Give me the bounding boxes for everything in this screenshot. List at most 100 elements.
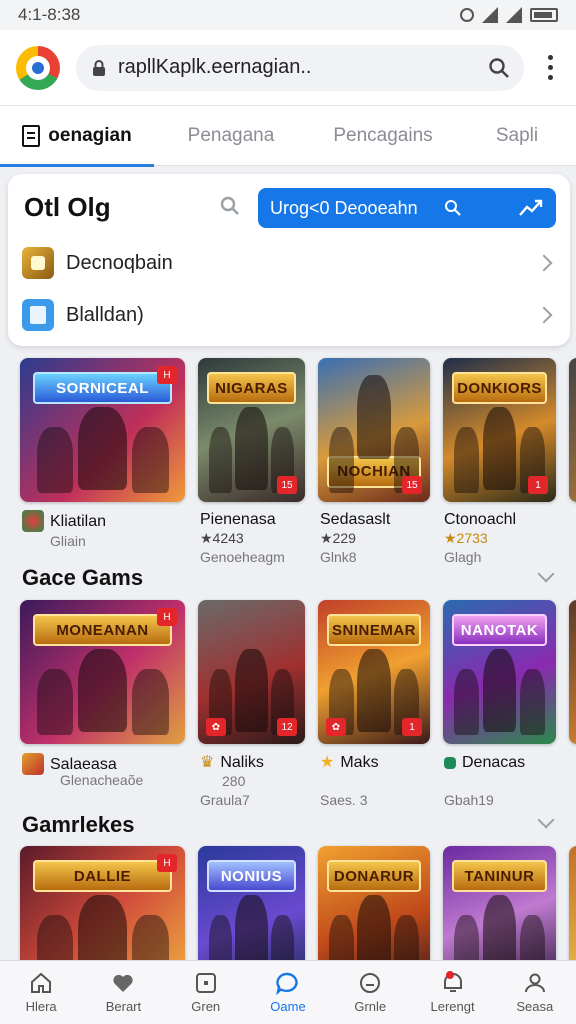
person-icon <box>524 973 545 993</box>
game-subtitle: Genoeheagm <box>200 549 285 565</box>
game-banner: DALLIE <box>33 860 172 893</box>
card-row-decnoqbain[interactable]: Decnoqbain <box>22 240 556 286</box>
game-name: Pienenasa <box>200 511 276 528</box>
game-card-partial[interactable] <box>569 358 576 502</box>
bottom-nav: Hlera Berart Gren Oame Grnle Lerengt Sea… <box>0 960 576 1024</box>
url-bar[interactable]: rapllKaplk.eernagian.. <box>76 44 524 91</box>
url-text: rapllKaplk.eernagian.. <box>118 56 312 78</box>
nav-item-grnle[interactable]: Grnle <box>329 961 411 1024</box>
lock-icon <box>93 59 105 76</box>
magnifier-icon <box>445 200 461 216</box>
ad-badge: 1 <box>528 476 548 494</box>
nav-item-home[interactable]: Hlera <box>0 961 82 1024</box>
battery-icon <box>530 8 558 22</box>
game-banner: DONARUR <box>326 860 422 893</box>
game-card[interactable]: DONKIORS 1 <box>443 358 556 502</box>
game-rating: ★229 <box>320 530 356 546</box>
game-card[interactable]: SORNICEAL H <box>20 358 185 502</box>
tab-oenagian[interactable]: oenagian <box>0 106 154 167</box>
more-menu-icon[interactable] <box>540 55 560 80</box>
game-card[interactable]: SNINEMAR ✿ 1 <box>318 600 430 744</box>
card-row-blalldan[interactable]: Blalldan) <box>22 292 556 338</box>
game-name: Sedasaslt <box>320 511 391 528</box>
search-icon[interactable] <box>220 196 240 216</box>
browser-logo-icon[interactable] <box>16 45 60 90</box>
game-subtitle: Gliain <box>50 533 86 549</box>
game-rating: ★2733 <box>444 530 488 546</box>
game-banner: NIGARAS <box>206 372 297 405</box>
chevron-right-icon <box>535 254 553 272</box>
ad-badge: H <box>157 854 177 872</box>
square-icon <box>195 973 216 993</box>
status-time: 4:1-8:38 <box>18 5 81 24</box>
nav-item-oame[interactable]: Oame <box>247 961 329 1024</box>
game-name: Maks <box>340 754 379 771</box>
game-rating: ★4243 <box>200 530 244 546</box>
search-icon[interactable] <box>488 57 510 79</box>
game-row-1: SORNICEAL H NIGARAS 15 NOCHIAN 15 DONKIO… <box>0 358 576 508</box>
game-card[interactable]: ✿ 12 <box>198 600 305 744</box>
game-banner: MONEANAN <box>33 614 172 647</box>
game-card[interactable]: MONEANAN H <box>20 600 185 744</box>
game-badge-icon <box>444 756 456 769</box>
chevron-down-icon[interactable] <box>537 565 555 583</box>
row-label: Decnoqbain <box>66 251 173 274</box>
nav-label: Oame <box>270 999 306 1014</box>
game-subtitle: Gbah19 <box>444 792 494 808</box>
document-icon <box>22 124 41 147</box>
game-meta: ★ Maks Saes. 3 <box>320 753 430 810</box>
game-row-2: MONEANAN H ✿ 12 SNINEMAR ✿ 1 NANOTAK <box>0 600 576 750</box>
game-card[interactable]: NIGARAS 15 <box>198 358 305 502</box>
nav-item-lerengt[interactable]: Lerengt <box>411 961 493 1024</box>
tab-pencagains[interactable]: Pencagains <box>308 106 458 166</box>
game-name: Kliatilan <box>50 512 107 530</box>
nav-item-gren[interactable]: Gren <box>165 961 247 1024</box>
nav-label: Lerengt <box>430 999 475 1014</box>
game-card[interactable]: NOCHIAN 15 <box>318 358 430 502</box>
tab-label: Pencagains <box>333 124 433 146</box>
game-name: Denacas <box>462 754 526 771</box>
sync-icon <box>460 8 474 22</box>
ad-badge: H <box>157 608 177 626</box>
bin-icon <box>22 299 54 331</box>
wifi-icon <box>506 7 522 23</box>
tab-sapli[interactable]: Sapli <box>458 106 576 166</box>
game-badge-icon <box>22 753 44 775</box>
signal-icon <box>482 7 498 23</box>
star-icon: ★ <box>320 754 335 771</box>
chevron-right-icon <box>535 306 553 324</box>
browser-toolbar: rapllKaplk.eernagian.. <box>0 30 576 106</box>
trophy-icon <box>22 247 54 279</box>
section-title: Gace Gams <box>22 565 144 590</box>
crown-icon: ♛ <box>200 754 215 771</box>
game-badge-icon <box>22 510 44 532</box>
ad-badge: H <box>157 366 177 384</box>
game-subtitle: Glenacheaõe <box>60 772 144 788</box>
game-banner: DONKIORS <box>452 372 547 405</box>
game-meta: ♛ Naliks 280 Graula7 <box>200 753 310 810</box>
nav-label: Grnle <box>354 999 387 1014</box>
ad-badge: ✿ <box>206 718 226 736</box>
home-icon <box>31 972 52 993</box>
tab-label: oenagian <box>48 124 132 146</box>
tab-penagana[interactable]: Penagana <box>154 106 308 166</box>
search-card: Otl Olg Urog<0 Deooeahn Decnoqbain Blall… <box>8 174 570 346</box>
chat-icon <box>276 972 298 995</box>
game-banner: NANOTAK <box>452 614 547 647</box>
game-subtitle: Glagh <box>444 549 482 565</box>
ad-badge: 15 <box>277 476 297 494</box>
game-subtitle: Graula7 <box>200 792 250 808</box>
smile-icon <box>360 973 381 993</box>
card-title: Otl Olg <box>24 192 111 222</box>
search-button[interactable]: Urog<0 Deooeahn <box>258 188 556 228</box>
nav-item-seasa[interactable]: Seasa <box>494 961 576 1024</box>
chevron-down-icon[interactable] <box>537 811 555 829</box>
game-banner: SORNICEAL <box>33 372 172 405</box>
search-button-label: Urog<0 Deooeahn <box>270 197 418 218</box>
game-card[interactable]: NANOTAK <box>443 600 556 744</box>
game-meta: Denacas Gbah19 <box>444 753 564 810</box>
status-icons <box>460 7 558 23</box>
section-title: Gamrlekes <box>22 812 135 837</box>
game-card-partial[interactable] <box>569 600 576 744</box>
nav-item-berart[interactable]: Berart <box>82 961 164 1024</box>
